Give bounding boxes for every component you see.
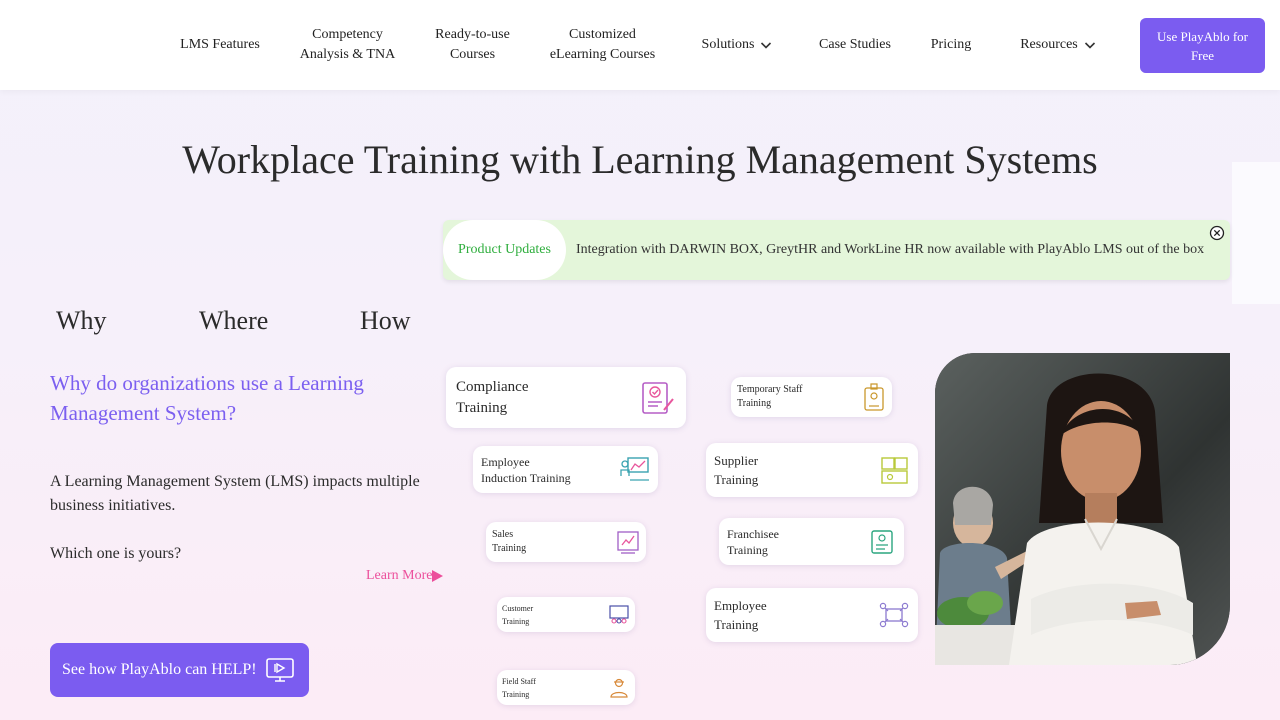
close-icon[interactable] <box>1208 224 1226 242</box>
supplier-boxes-icon <box>881 457 908 484</box>
announcement-text[interactable]: Integration with DARWIN BOX, GreytHR and… <box>576 220 1216 280</box>
card-field-staff-training[interactable]: Field Staff Training <box>497 670 635 705</box>
chevron-down-icon <box>761 42 772 49</box>
nav-label: Pricing <box>930 37 972 52</box>
nav-label: Resources <box>1020 37 1078 52</box>
card-label: Supplier Training <box>714 453 759 487</box>
chevron-down-icon <box>1084 42 1095 49</box>
nav-customized-elearning[interactable]: Customized eLearning Courses <box>540 0 665 90</box>
card-label: Customer Training <box>502 603 534 626</box>
card-temporary-staff-training[interactable]: Temporary Staff Training <box>731 377 892 417</box>
card-compliance-training[interactable]: Compliance Training <box>446 367 686 428</box>
card-label: Employee Training <box>714 598 767 632</box>
nav-label: Ready-to-use Courses <box>435 27 510 62</box>
product-update-banner: Product Updates Integration with DARWIN … <box>443 220 1230 280</box>
learn-more-link[interactable]: Learn More <box>366 568 444 584</box>
use-playablo-free-button[interactable]: Use PlayAblo for Free <box>1140 18 1265 73</box>
sales-chart-icon <box>617 531 639 554</box>
franchisee-document-icon <box>871 529 893 554</box>
nav-ready-to-use-courses[interactable]: Ready-to-use Courses <box>425 0 520 90</box>
staff-badge-icon <box>864 383 884 411</box>
page-title: Workplace Training with Learning Managem… <box>182 137 1098 182</box>
presentation-play-icon <box>265 658 294 682</box>
card-label: Franchisee Training <box>727 526 779 557</box>
card-sales-training[interactable]: Sales Training <box>486 522 646 562</box>
induction-presentation-icon <box>620 456 649 481</box>
tab-where[interactable]: Where <box>199 306 268 336</box>
nav-label: Customized eLearning Courses <box>549 27 656 62</box>
nav-pricing[interactable]: Pricing <box>922 0 980 90</box>
question-paragraph: Which one is yours? <box>50 545 182 562</box>
nav-competency-analysis[interactable]: Competency Analysis & TNA <box>290 0 405 90</box>
card-employee-induction-training[interactable]: Employee Induction Training <box>473 446 658 493</box>
photo-illustration <box>935 353 1230 665</box>
professional-woman-photo <box>935 353 1230 665</box>
see-how-playablo-help-button[interactable]: See how PlayAblo can HELP! <box>50 643 309 697</box>
why-heading: Why do organizations use a Learning Mana… <box>50 371 364 425</box>
nav-label: Solutions <box>701 37 755 52</box>
nav-label: Competency Analysis & TNA <box>299 27 396 62</box>
help-button-label: See how PlayAblo can HELP! <box>62 661 257 678</box>
employee-team-icon <box>879 602 909 628</box>
side-panel-edge <box>1232 162 1280 304</box>
card-label: Compliance Training <box>456 378 529 416</box>
nav-solutions[interactable]: Solutions <box>692 0 782 90</box>
nav-lms-features[interactable]: LMS Features <box>170 0 270 90</box>
product-updates-tag: Product Updates <box>443 220 566 280</box>
card-employee-training[interactable]: Employee Training <box>706 588 918 642</box>
nav-case-studies[interactable]: Case Studies <box>810 0 900 90</box>
play-arrow-icon <box>432 570 444 582</box>
customer-group-icon <box>609 604 629 624</box>
card-supplier-training[interactable]: Supplier Training <box>706 443 918 497</box>
nav-resources[interactable]: Resources <box>1008 0 1108 90</box>
card-customer-training[interactable]: Customer Training <box>497 597 635 632</box>
top-navbar: LMS Features Competency Analysis & TNA R… <box>0 0 1280 90</box>
card-label: Temporary Staff Training <box>737 384 803 409</box>
card-label: Employee Induction Training <box>481 454 571 485</box>
tab-how[interactable]: How <box>360 306 411 336</box>
learn-more-label: Learn More <box>366 568 433 583</box>
tab-why[interactable]: Why <box>56 306 107 336</box>
compliance-checklist-icon <box>642 381 674 414</box>
field-staff-worker-icon <box>610 678 628 698</box>
intro-paragraph: A Learning Management System (LMS) impac… <box>50 473 420 514</box>
nav-label: Case Studies <box>819 37 891 52</box>
card-label: Sales Training <box>492 529 527 554</box>
nav-label: LMS Features <box>180 37 260 52</box>
card-label: Field Staff Training <box>502 676 536 699</box>
card-franchisee-training[interactable]: Franchisee Training <box>719 518 904 565</box>
